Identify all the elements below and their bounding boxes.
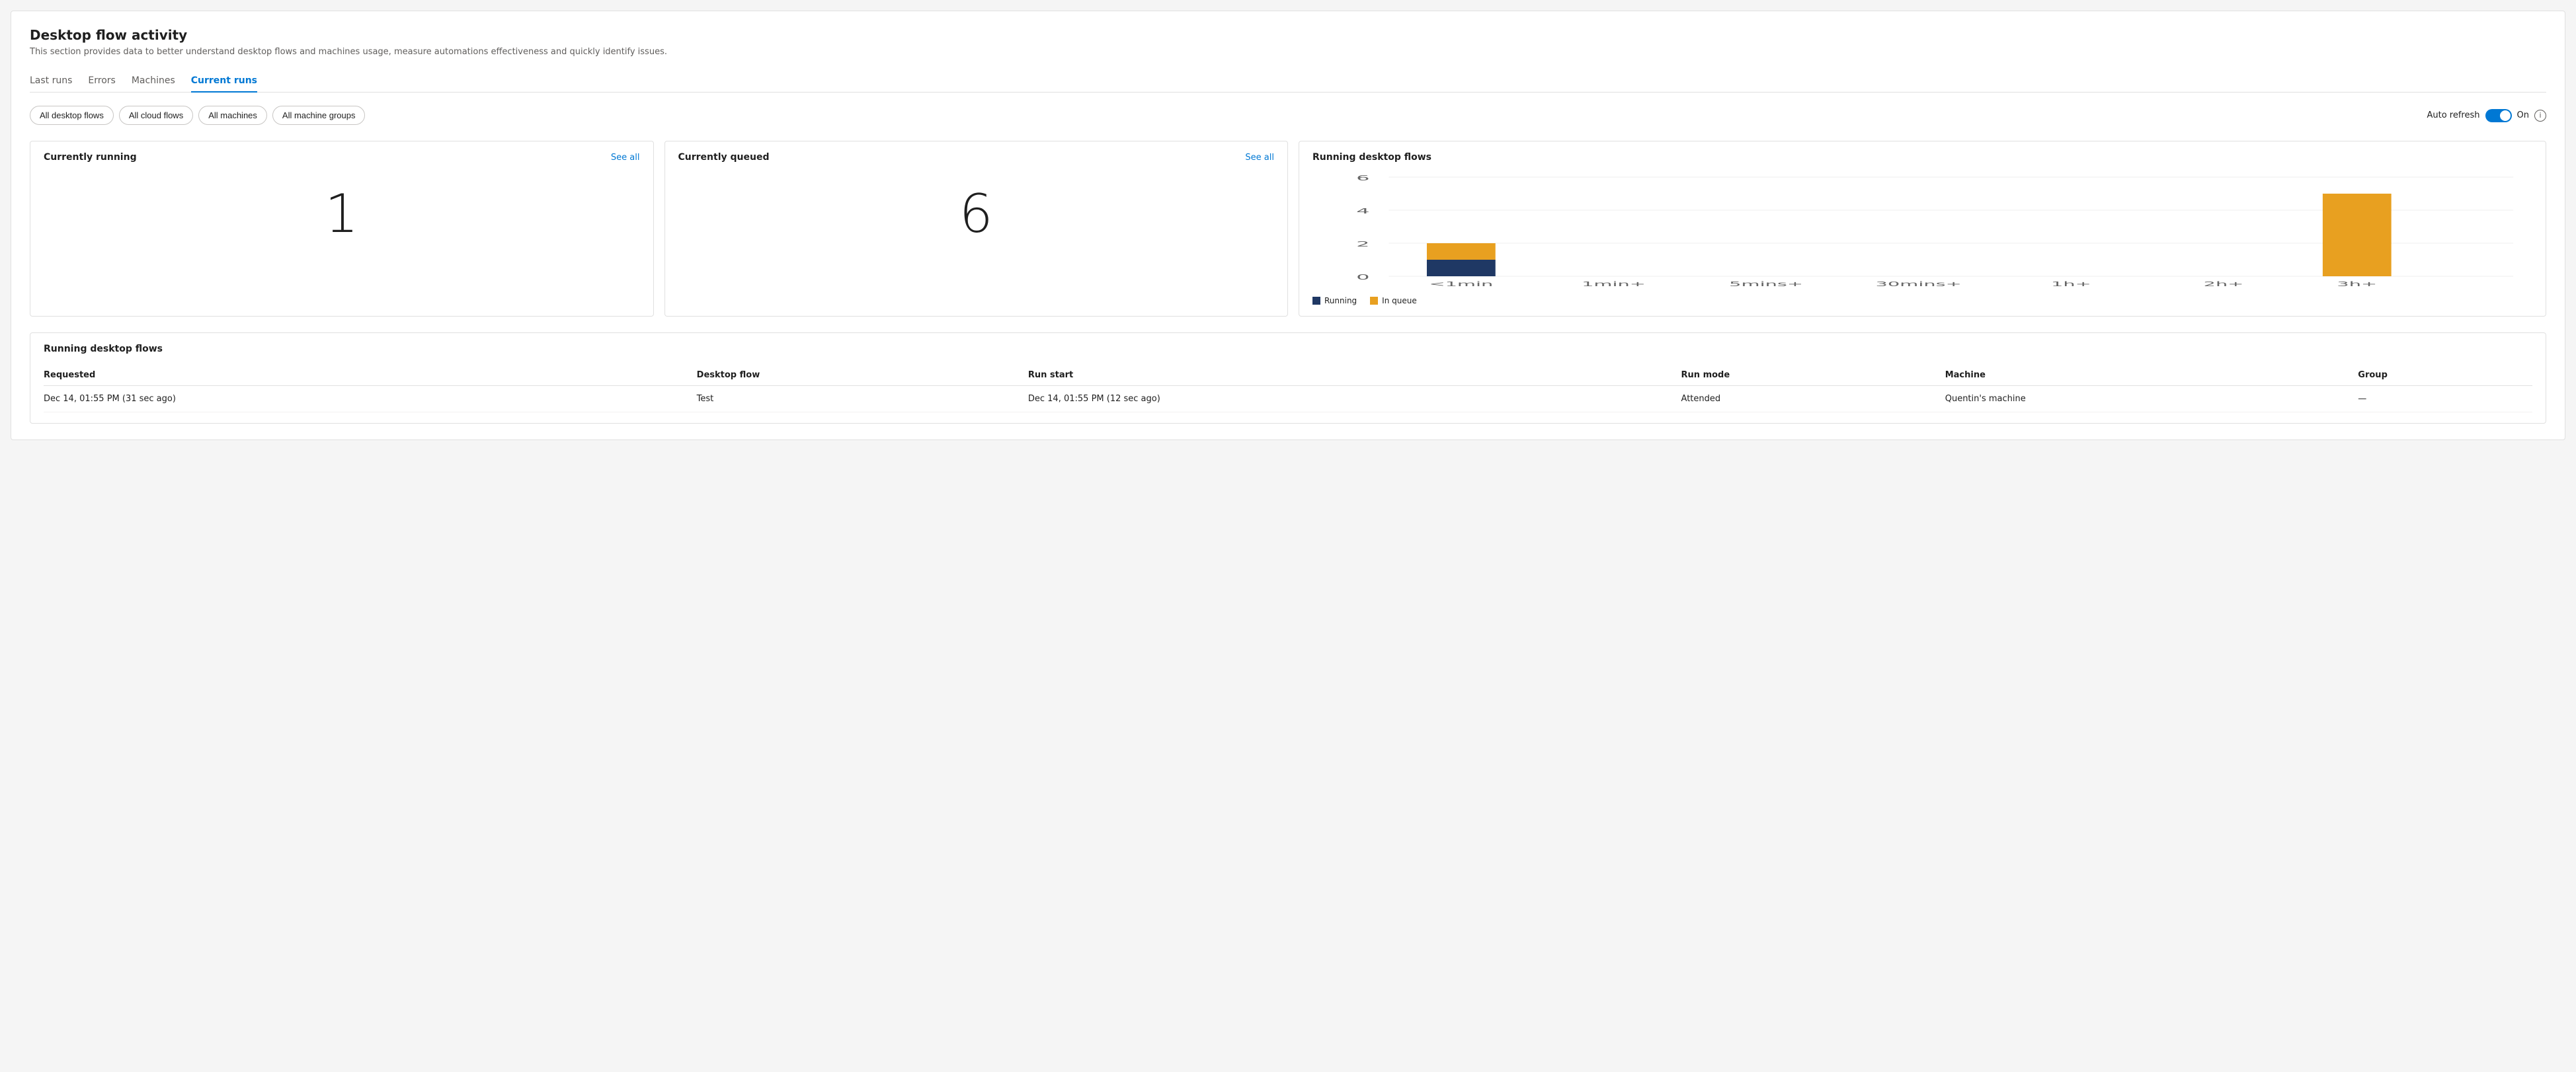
bar-lt1min-running <box>1427 260 1496 276</box>
legend-running-color <box>1312 297 1320 305</box>
chart-title: Running desktop flows <box>1312 152 1431 163</box>
bar-chart: 0 2 4 6 <box>1312 171 2532 289</box>
currently-queued-card: Currently queued See all 6 <box>664 141 1289 317</box>
currently-running-value: 1 <box>44 168 640 260</box>
table-section-title: Running desktop flows <box>44 344 2532 354</box>
currently-queued-header: Currently queued See all <box>678 152 1275 163</box>
main-container: Desktop flow activity This section provi… <box>11 11 2565 440</box>
cell-group: — <box>2358 386 2532 412</box>
svg-text:6: 6 <box>1356 174 1369 182</box>
svg-text:30mins+: 30mins+ <box>1876 280 1962 288</box>
info-icon[interactable]: i <box>2534 110 2546 122</box>
col-run-mode: Run mode <box>1681 365 1945 386</box>
col-group: Group <box>2358 365 2532 386</box>
cell-desktop-flow: Test <box>697 386 1028 412</box>
table-row: Dec 14, 01:55 PM (31 sec ago)TestDec 14,… <box>44 386 2532 412</box>
cards-row: Currently running See all 1 Currently qu… <box>30 141 2546 317</box>
table-header: Requested Desktop flow Run start Run mod… <box>44 365 2532 386</box>
filter-all-machines[interactable]: All machines <box>198 106 267 125</box>
auto-refresh-status: On <box>2517 110 2529 120</box>
bar-3hplus-queue <box>2323 194 2392 276</box>
currently-queued-title: Currently queued <box>678 152 770 163</box>
currently-queued-value: 6 <box>678 168 1275 260</box>
svg-text:5mins+: 5mins+ <box>1729 280 1803 288</box>
table-section: Running desktop flows Requested Desktop … <box>30 332 2546 424</box>
col-machine: Machine <box>1945 365 2358 386</box>
filters-left: All desktop flows All cloud flows All ma… <box>30 106 365 125</box>
legend-inqueue-color <box>1370 297 1378 305</box>
page-subtitle: This section provides data to better und… <box>30 47 2546 57</box>
table-header-row: Requested Desktop flow Run start Run mod… <box>44 365 2532 386</box>
filter-all-cloud-flows[interactable]: All cloud flows <box>119 106 193 125</box>
legend-inqueue-label: In queue <box>1382 296 1417 305</box>
running-desktop-flows-card: Running desktop flows 0 2 4 <box>1299 141 2546 317</box>
table-body: Dec 14, 01:55 PM (31 sec ago)TestDec 14,… <box>44 386 2532 412</box>
cell-machine: Quentin's machine <box>1945 386 2358 412</box>
svg-text:0: 0 <box>1356 273 1369 282</box>
col-run-start: Run start <box>1028 365 1681 386</box>
tab-last-runs[interactable]: Last runs <box>30 70 72 93</box>
tab-errors[interactable]: Errors <box>88 70 115 93</box>
currently-running-header: Currently running See all <box>44 152 640 163</box>
currently-running-see-all[interactable]: See all <box>611 153 640 163</box>
legend-in-queue: In queue <box>1370 296 1417 305</box>
bar-lt1min-queue <box>1427 243 1496 260</box>
page-title: Desktop flow activity <box>30 27 2546 43</box>
legend-running-label: Running <box>1324 296 1357 305</box>
filters-row: All desktop flows All cloud flows All ma… <box>30 106 2546 125</box>
cell-run-mode: Attended <box>1681 386 1945 412</box>
svg-text:<1min: <1min <box>1429 280 1493 288</box>
svg-text:4: 4 <box>1356 207 1369 215</box>
chart-header: Running desktop flows <box>1312 152 2532 163</box>
svg-text:2: 2 <box>1356 240 1369 249</box>
filter-all-machine-groups[interactable]: All machine groups <box>272 106 366 125</box>
col-requested: Requested <box>44 365 697 386</box>
filter-all-desktop-flows[interactable]: All desktop flows <box>30 106 114 125</box>
svg-text:2h+: 2h+ <box>2204 280 2244 288</box>
currently-queued-see-all[interactable]: See all <box>1245 153 1274 163</box>
running-flows-table: Requested Desktop flow Run start Run mod… <box>44 365 2532 412</box>
tab-current-runs[interactable]: Current runs <box>191 70 257 93</box>
col-desktop-flow: Desktop flow <box>697 365 1028 386</box>
auto-refresh-label: Auto refresh <box>2427 110 2479 120</box>
cell-run-start: Dec 14, 01:55 PM (12 sec ago) <box>1028 386 1681 412</box>
cell-requested: Dec 14, 01:55 PM (31 sec ago) <box>44 386 697 412</box>
chart-area: 0 2 4 6 <box>1312 171 2532 289</box>
svg-text:1h+: 1h+ <box>2051 280 2091 288</box>
currently-running-title: Currently running <box>44 152 137 163</box>
tab-machines[interactable]: Machines <box>132 70 175 93</box>
legend-running: Running <box>1312 296 1357 305</box>
filters-right: Auto refresh On i <box>2427 109 2546 122</box>
tabs-nav: Last runs Errors Machines Current runs <box>30 70 2546 93</box>
auto-refresh-toggle[interactable] <box>2485 109 2512 122</box>
svg-text:3h+: 3h+ <box>2337 280 2377 288</box>
svg-text:1min+: 1min+ <box>1582 280 1646 288</box>
currently-running-card: Currently running See all 1 <box>30 141 654 317</box>
chart-legend: Running In queue <box>1312 296 2532 305</box>
